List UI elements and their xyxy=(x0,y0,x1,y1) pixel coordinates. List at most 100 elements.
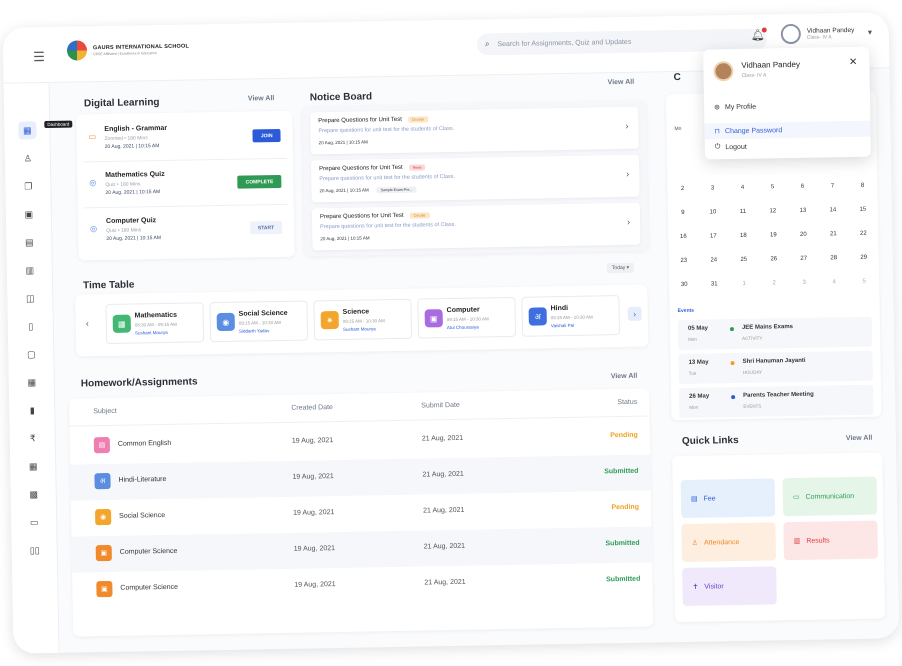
calendar-day[interactable]: 1 xyxy=(729,281,759,302)
notice-item[interactable]: Prepare Questions for Unit Test Circular … xyxy=(311,202,641,251)
chevron-right-icon[interactable]: › xyxy=(625,121,628,131)
calendar-day[interactable]: 20 xyxy=(788,232,818,253)
calendar-day[interactable]: 3 xyxy=(697,185,727,206)
notice-item[interactable]: Prepare Questions for Unit Test Circular … xyxy=(310,106,639,155)
calendar-day[interactable]: 13 xyxy=(788,208,818,229)
complete-button[interactable]: COMPLETE xyxy=(237,174,282,189)
calendar-day[interactable]: 25 xyxy=(729,257,759,278)
event-item[interactable]: 13 May Tue Shri Hanuman Jayanti HOLIDAY xyxy=(678,350,873,385)
calendar-day[interactable]: 12 xyxy=(758,208,788,229)
calendar-day[interactable]: 6 xyxy=(787,184,817,205)
column-status: Status xyxy=(617,398,638,407)
chart-icon[interactable]: ◫ xyxy=(21,289,39,307)
timetable-item[interactable]: ◉ Social Science 09:15 AM - 10:30 AM Sid… xyxy=(209,300,309,343)
quick-link-communication[interactable]: ▭ Communication xyxy=(782,476,878,517)
notice-desc: Prepare questions for unit test for the … xyxy=(319,173,456,183)
calendar-day[interactable]: 18 xyxy=(728,233,758,254)
calendar3-icon[interactable]: ▩ xyxy=(25,485,43,503)
event-item[interactable]: 05 May Mon JEE Mains Exams ACTIVITY xyxy=(677,316,873,351)
menu-item-logout[interactable]: ⏻ Logout xyxy=(715,143,747,152)
event-item[interactable]: 26 May Mon Parents Teacher Meeting EVENT… xyxy=(678,384,874,419)
monitor-icon[interactable]: ▣ xyxy=(20,205,38,223)
attachment-chip[interactable]: Sample-Exam-Pre... xyxy=(376,186,417,194)
lesson-title: Computer Quiz xyxy=(105,217,157,226)
close-icon[interactable]: ✕ xyxy=(849,57,858,68)
join-button[interactable]: JOIN xyxy=(252,128,281,143)
chevron-right-icon[interactable]: › xyxy=(626,169,629,179)
trash-icon[interactable]: ▮ xyxy=(23,401,41,419)
library-icon[interactable]: ▯▯ xyxy=(26,541,44,559)
calendar-day[interactable]: 24 xyxy=(699,257,729,278)
quick-links-view-all[interactable]: View All xyxy=(846,435,873,442)
timetable-item[interactable]: ✷ Science 09:15 AM - 10:30 AM Sushant Mo… xyxy=(313,298,413,341)
time-table-filter[interactable]: Today ▾ xyxy=(606,262,635,274)
calendar-day[interactable]: 5 xyxy=(757,184,787,205)
calendar-day[interactable]: 30 xyxy=(669,282,699,303)
calendar-day[interactable]: 28 xyxy=(819,255,849,276)
bell-icon[interactable]: 🔔︎ xyxy=(751,27,767,42)
results-icon: ▥ xyxy=(793,537,801,546)
digital-learning-view-all[interactable]: View All xyxy=(248,95,275,102)
calendar-day[interactable]: 4 xyxy=(819,279,849,300)
lesson-meta: Zoomed • 180 Mins xyxy=(104,135,148,143)
calendar-day[interactable]: 11 xyxy=(728,209,758,230)
menu-item-change-password[interactable]: ⊓ Change Password xyxy=(704,120,871,140)
calendar-day[interactable]: 3 xyxy=(789,280,819,301)
quick-link-visitor[interactable]: ✝ Visitor xyxy=(682,566,777,606)
rupee-icon[interactable]: ₹ xyxy=(24,429,42,447)
user-menu[interactable]: Vidhaan Pandey Class- IV A ▼ xyxy=(780,23,874,45)
calendar-day[interactable]: 10 xyxy=(698,209,728,230)
chevron-right-icon[interactable]: › xyxy=(627,306,642,321)
chevron-right-icon[interactable]: › xyxy=(627,217,630,227)
calendar-icon[interactable]: ▦ xyxy=(23,373,41,391)
notice-title: Prepare Questions for Unit Test Circular xyxy=(320,212,430,220)
timetable-item[interactable]: अ Hindi 09:15 AM - 10:30 AM Vaishali Pal xyxy=(521,295,621,337)
calendar-day[interactable]: 7 xyxy=(817,183,847,204)
timetable-subject: Science xyxy=(342,308,370,316)
calendar-day[interactable]: 17 xyxy=(698,233,728,254)
calendar-day[interactable]: 15 xyxy=(848,207,878,228)
calendar-day[interactable]: 29 xyxy=(849,255,879,276)
doc-icon[interactable]: ▤ xyxy=(20,233,38,251)
menu-item-my-profile[interactable]: ⊛ My Profile xyxy=(714,103,756,111)
dashboard-icon[interactable]: ▦ xyxy=(18,121,37,140)
calendar-day[interactable]: 27 xyxy=(789,256,819,277)
calendar-day[interactable]: 26 xyxy=(759,256,789,277)
chevron-down-icon[interactable]: ▼ xyxy=(866,29,873,36)
notice-board-view-all[interactable]: View All xyxy=(608,79,635,86)
user-icon[interactable]: ♙ xyxy=(19,149,37,167)
calendar-day[interactable]: 22 xyxy=(848,231,878,252)
calendar-day[interactable]: 9 xyxy=(668,210,698,231)
school-logo[interactable]: GAURS INTERNATIONAL SCHOOL CBSE Affiliat… xyxy=(66,39,189,61)
notice-item[interactable]: Prepare Questions for Unit Test News Prep… xyxy=(310,154,640,203)
calendar-day[interactable]: 21 xyxy=(818,231,848,252)
calendar-day[interactable]: 8 xyxy=(847,183,877,204)
calendar-day[interactable]: 31 xyxy=(699,281,729,302)
calendar-day[interactable]: 5 xyxy=(849,279,879,300)
calendar-day[interactable]: 16 xyxy=(668,234,698,255)
homework-view-all[interactable]: View All xyxy=(611,373,638,380)
copy-icon[interactable]: ❐ xyxy=(19,177,37,195)
timetable-item[interactable]: ▦ Mathematics 08:30 AM - 09:15 AM Sushan… xyxy=(105,302,205,345)
board-icon[interactable]: ▥ xyxy=(21,261,39,279)
calendar-day[interactable]: 19 xyxy=(758,232,788,253)
calendar-day[interactable]: 4 xyxy=(727,185,757,206)
chevron-left-icon[interactable]: ‹ xyxy=(86,318,89,328)
start-button[interactable]: START xyxy=(249,220,283,235)
menu-icon[interactable]: ☰ xyxy=(33,49,45,65)
event-day: Mon xyxy=(689,404,699,410)
quick-link-fee[interactable]: ▤ Fee xyxy=(680,478,776,519)
row-submit: 21 Aug, 2021 xyxy=(423,542,466,551)
calendar-day[interactable]: 14 xyxy=(818,207,848,228)
calendar-day[interactable]: 2 xyxy=(759,280,789,301)
hindi-icon: अ xyxy=(528,307,547,326)
calendar-day[interactable]: 23 xyxy=(669,258,699,279)
timetable-item[interactable]: ▣ Computer 09:15 AM - 10:30 AM Atul Chou… xyxy=(417,296,517,339)
calendar-day[interactable]: 2 xyxy=(667,186,697,207)
chat-icon[interactable]: ▭ xyxy=(25,513,43,531)
book-icon[interactable]: ▯ xyxy=(22,317,40,335)
calendar2-icon[interactable]: ▦ xyxy=(24,457,42,475)
file-icon[interactable]: ▢ xyxy=(22,345,40,363)
quick-link-attendance[interactable]: ♙ Attendance xyxy=(681,522,777,563)
quick-link-results[interactable]: ▥ Results xyxy=(783,520,879,561)
